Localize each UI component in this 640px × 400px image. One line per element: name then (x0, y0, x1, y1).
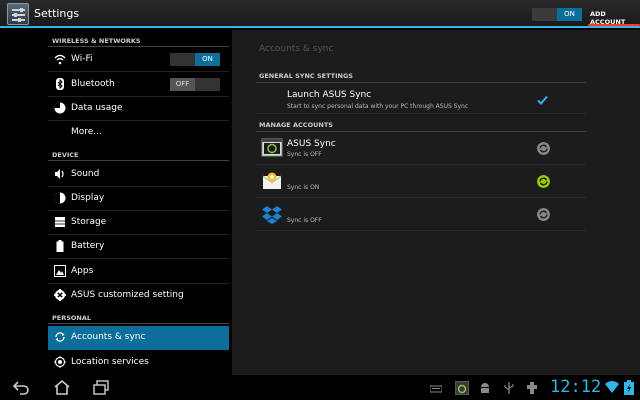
launch-asus-sync-checkbox[interactable] (537, 95, 548, 106)
sidebar-item-label: More... (71, 127, 102, 137)
add-account-highlight (588, 24, 640, 26)
account-row-dropbox[interactable]: Sync is OFF (256, 199, 586, 231)
account-row-asus-sync[interactable]: ASUS Sync Sync is OFF (256, 133, 586, 165)
gear-icon (54, 289, 66, 301)
account-sync-status: Sync is ON (287, 184, 320, 191)
account-sync-status: Sync is OFF (287, 151, 322, 158)
manage-accounts-header: MANAGE ACCOUNTS (259, 121, 333, 129)
wifi-switch[interactable]: ON (170, 53, 220, 66)
battery-status-icon (624, 380, 634, 395)
sidebar-item-sound[interactable]: Sound (48, 163, 229, 187)
sidebar-item-label: Wi-Fi (71, 54, 93, 64)
section-header-device: DEVICE (52, 151, 79, 159)
sidebar-item-location-services[interactable]: Location services (48, 351, 229, 375)
accounts-sync-pane: Accounts & sync GENERAL SYNC SETTINGS La… (232, 30, 640, 375)
divider (48, 160, 229, 161)
account-name: ASUS Sync (287, 139, 336, 149)
sidebar-item-wifi[interactable]: Wi-Fi ON (48, 48, 229, 72)
sidebar-item-label: Location services (71, 357, 149, 367)
sidebar-item-display[interactable]: Display (48, 187, 229, 211)
asus-sync-app-icon (261, 138, 283, 157)
sidebar-item-label: Bluetooth (71, 79, 115, 89)
location-icon (54, 356, 66, 368)
divider (256, 82, 586, 83)
sync-icon (55, 332, 65, 342)
usb-icon (504, 382, 514, 394)
email-app-icon (262, 172, 282, 189)
general-sync-settings-header: GENERAL SYNC SETTINGS (259, 72, 353, 80)
asus-sync-notification-icon (455, 381, 469, 395)
sync-status-icon[interactable] (537, 142, 550, 155)
divider (256, 131, 586, 132)
pane-title: Accounts & sync (259, 44, 334, 54)
wifi-status-icon (605, 381, 619, 393)
launch-asus-sync-row[interactable]: Launch ASUS Sync Start to sync personal … (256, 84, 586, 114)
master-sync-toggle[interactable]: ON (532, 8, 582, 21)
launch-asus-sync-subtitle: Start to sync personal data with your PC… (287, 103, 469, 110)
page-title: Settings (34, 7, 80, 20)
system-bar: 12:12 (0, 375, 640, 400)
bluetooth-switch[interactable]: OFF (170, 78, 220, 91)
sidebar-item-label: Storage (71, 217, 107, 227)
data-usage-icon (54, 102, 66, 114)
section-header-personal: PERSONAL (52, 314, 92, 322)
account-sync-status: Sync is OFF (287, 217, 322, 224)
sidebar-item-accounts-sync[interactable]: Accounts & sync (48, 326, 229, 350)
sidebar-item-label: Sound (71, 169, 100, 179)
divider (48, 46, 229, 47)
sidebar-item-label: Apps (71, 266, 94, 276)
section-header-wireless: WIRELESS & NETWORKS (52, 37, 141, 45)
divider (48, 323, 229, 324)
sound-icon (55, 169, 64, 179)
launch-asus-sync-title: Launch ASUS Sync (287, 90, 372, 100)
sidebar-item-label: Data usage (71, 103, 123, 113)
sidebar-item-label: Display (71, 193, 105, 203)
bluetooth-icon (56, 78, 64, 90)
master-sync-toggle-label: ON (557, 8, 582, 21)
sidebar-item-battery[interactable]: Battery (48, 235, 229, 259)
home-icon[interactable] (53, 379, 71, 396)
notification-icon (527, 382, 537, 394)
bluetooth-switch-label: OFF (170, 78, 195, 91)
sidebar-item-data-usage[interactable]: Data usage (48, 97, 229, 121)
storage-icon (55, 217, 65, 227)
wifi-icon (54, 54, 66, 65)
sidebar-item-asus-customized-setting[interactable]: ASUS customized setting (48, 284, 229, 308)
sync-status-icon[interactable] (537, 208, 550, 221)
keyboard-icon (430, 385, 442, 393)
sidebar-item-apps[interactable]: Apps (48, 260, 229, 284)
apps-icon (54, 265, 66, 277)
sidebar-item-label: ASUS customized setting (71, 290, 184, 300)
sidebar-item-label: Accounts & sync (71, 332, 146, 342)
action-bar: Settings ON ADD ACCOUNT (0, 0, 640, 28)
display-icon (54, 192, 66, 204)
sidebar-item-storage[interactable]: Storage (48, 211, 229, 235)
sidebar-item-label: Battery (71, 241, 105, 251)
settings-app-icon[interactable] (7, 3, 29, 25)
dropbox-app-icon (262, 206, 282, 224)
android-debug-icon (481, 383, 489, 393)
settings-sidebar: WIRELESS & NETWORKS Wi-Fi ON Bluetooth O… (0, 30, 232, 375)
back-icon[interactable] (12, 379, 30, 396)
recent-apps-icon[interactable] (92, 379, 110, 396)
account-row-email[interactable]: Sync is ON (256, 166, 586, 198)
sidebar-item-bluetooth[interactable]: Bluetooth OFF (48, 73, 229, 97)
wifi-switch-label: ON (195, 53, 220, 66)
sync-status-icon[interactable] (537, 175, 550, 188)
battery-icon (56, 240, 64, 252)
status-clock: 12:12 (550, 377, 602, 397)
sidebar-item-more[interactable]: More... (48, 121, 229, 145)
